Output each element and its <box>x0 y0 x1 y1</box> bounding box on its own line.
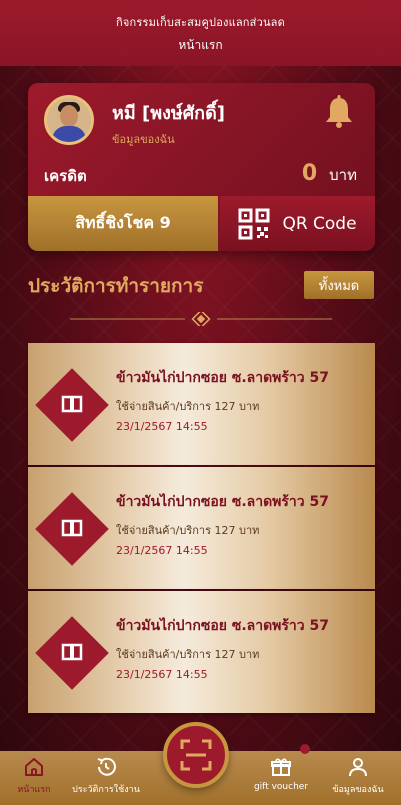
credit-unit: บาท <box>329 166 357 184</box>
transaction-shop: ข้าวมันไก่ปากซอย ซ.ลาดพร้าว 57 <box>116 618 330 634</box>
user-icon <box>349 758 367 777</box>
store-icon <box>61 395 83 413</box>
qr-code-label: QR Code <box>282 213 357 234</box>
history-title: ประวัติการทำรายการ <box>28 275 204 297</box>
header-bar: กิจกรรมเก็บสะสมคูปองแลกส่วนลด หน้าแรก <box>0 0 401 66</box>
nav-home-label: หน้าแรก <box>17 785 51 795</box>
credit-amount: 0 บาท <box>302 161 357 187</box>
transaction-date: 23/1/2567 14:55 <box>116 544 208 557</box>
transaction-desc: ใช้จ่ายสินค้า/บริการ 127 บาท <box>116 524 260 537</box>
nav-me-label: ข้อมูลของฉัน <box>332 785 384 795</box>
page-title: หน้าแรก <box>178 38 223 52</box>
scan-icon <box>180 739 212 771</box>
lucky-draw-rights-label: สิทธิ์ชิงโชค 9 <box>75 213 171 232</box>
transaction-shop: ข้าวมันไก่ปากซอย ซ.ลาดพร้าว 57 <box>116 370 330 386</box>
bell-icon[interactable] <box>323 95 355 129</box>
transaction-desc: ใช้จ่ายสินค้า/บริการ 127 บาท <box>116 400 260 413</box>
qr-code-button[interactable]: QR Code <box>220 196 375 251</box>
history-icon <box>97 757 116 776</box>
home-icon <box>25 758 43 776</box>
ornament-divider <box>70 312 332 326</box>
nav-usage-label: ประวัติการใช้งาน <box>72 785 140 795</box>
transaction-date: 23/1/2567 14:55 <box>116 668 208 681</box>
profile-card: หมี [พงษ์ศักดิ์] ข้อมูลของฉัน เครดิต 0 บา… <box>28 83 375 251</box>
credit-label: เครดิต <box>44 167 87 185</box>
scan-button[interactable] <box>163 722 229 788</box>
nav-home[interactable]: หน้าแรก <box>14 755 54 796</box>
credit-value: 0 <box>301 161 318 186</box>
transaction-shop: ข้าวมันไก่ปากซอย ซ.ลาดพร้าว 57 <box>116 494 330 510</box>
transaction-item[interactable]: ข้าวมันไก่ปากซอย ซ.ลาดพร้าว 57 ใช้จ่ายสิ… <box>28 343 375 465</box>
gift-icon <box>271 758 291 776</box>
notification-dot <box>300 744 310 754</box>
transaction-date: 23/1/2567 14:55 <box>116 420 208 433</box>
lucky-draw-rights-button[interactable]: สิทธิ์ชิงโชค 9 <box>28 196 218 251</box>
avatar[interactable] <box>44 95 94 145</box>
transaction-item[interactable]: ข้าวมันไก่ปากซอย ซ.ลาดพร้าว 57 ใช้จ่ายสิ… <box>28 591 375 713</box>
my-info-link[interactable]: ข้อมูลของฉัน <box>112 130 175 148</box>
view-all-button[interactable]: ทั้งหมด <box>304 271 374 299</box>
nav-gift-label: gift voucher <box>253 782 309 792</box>
store-icon <box>61 643 83 661</box>
store-icon <box>61 519 83 537</box>
nav-usage-history[interactable]: ประวัติการใช้งาน <box>70 755 142 796</box>
profile-name: หมี [พงษ์ศักดิ์] <box>112 103 225 124</box>
app-screen: กิจกรรมเก็บสะสมคูปองแลกส่วนลด หน้าแรก หม… <box>0 0 401 805</box>
header-subtitle: กิจกรรมเก็บสะสมคูปองแลกส่วนลด <box>116 16 285 29</box>
view-all-label: ทั้งหมด <box>318 278 360 294</box>
transaction-item[interactable]: ข้าวมันไก่ปากซอย ซ.ลาดพร้าว 57 ใช้จ่ายสิ… <box>28 467 375 589</box>
nav-gift-voucher[interactable]: gift voucher <box>250 755 312 792</box>
nav-my-info[interactable]: ข้อมูลของฉัน <box>326 755 390 796</box>
transaction-desc: ใช้จ่ายสินค้า/บริการ 127 บาท <box>116 648 260 661</box>
qr-code-icon <box>238 208 270 239</box>
